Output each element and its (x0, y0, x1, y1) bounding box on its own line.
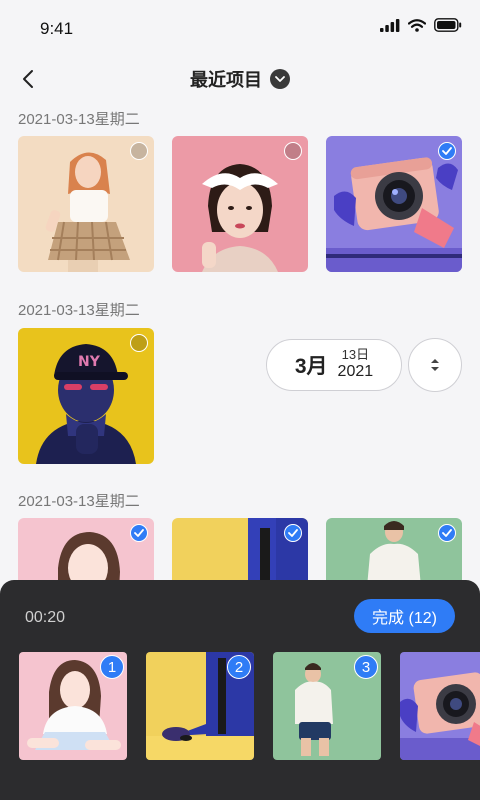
check-icon (442, 529, 452, 537)
signal-icon (380, 18, 400, 32)
selected-item[interactable]: 3 (273, 652, 381, 760)
date-pill-year: 2021 (337, 363, 374, 381)
page-title: 最近项目 (190, 70, 262, 90)
status-icons (380, 18, 462, 32)
photo-thumbnail[interactable] (172, 136, 308, 272)
section-date: 2021-03-13星期二 (18, 493, 140, 510)
select-circle[interactable] (130, 334, 148, 352)
selection-index: 1 (100, 655, 124, 679)
date-pill-month: 3月 (294, 355, 328, 378)
select-circle[interactable] (130, 142, 148, 160)
selection-index: 3 (354, 655, 378, 679)
selected-item[interactable]: 2 (146, 652, 254, 760)
date-scroller-pill[interactable]: 3月 13日 2021 (266, 339, 402, 391)
select-circle[interactable] (284, 142, 302, 160)
section-date: 2021-03-13星期二 (18, 111, 140, 128)
svg-text:NY: NY (78, 354, 101, 370)
sort-icon (431, 359, 439, 371)
sort-button[interactable] (408, 338, 462, 392)
photo-thumbnail[interactable] (18, 136, 154, 272)
section-date: 2021-03-13星期二 (18, 302, 140, 319)
done-button[interactable]: 完成 (12) (354, 599, 455, 633)
date-pill-day: 13日 (341, 347, 370, 363)
battery-icon (434, 18, 462, 32)
status-time: 9:41 (40, 19, 74, 38)
select-circle-checked[interactable] (438, 524, 456, 542)
selected-item[interactable] (400, 652, 480, 760)
album-selector[interactable]: 最近项目 (0, 66, 480, 92)
status-bar: 9:41 (0, 0, 480, 56)
chevron-down-icon (270, 69, 290, 89)
selection-panel: 00:20 完成 (12) 1 2 3 (0, 580, 480, 800)
selected-item[interactable]: 1 (19, 652, 127, 760)
check-icon (288, 529, 298, 537)
select-circle-checked[interactable] (130, 524, 148, 542)
select-circle-checked[interactable] (438, 142, 456, 160)
select-circle-checked[interactable] (284, 524, 302, 542)
check-icon (442, 147, 452, 155)
date-pill-details: 13日 2021 (337, 347, 374, 381)
photo-thumbnail[interactable]: NY (18, 328, 154, 464)
photo-thumbnail[interactable] (326, 136, 462, 272)
check-icon (134, 529, 144, 537)
total-duration: 00:20 (25, 609, 66, 626)
nav-bar: 最近项目 (0, 56, 480, 102)
selection-index: 2 (227, 655, 251, 679)
wifi-icon (408, 18, 426, 32)
